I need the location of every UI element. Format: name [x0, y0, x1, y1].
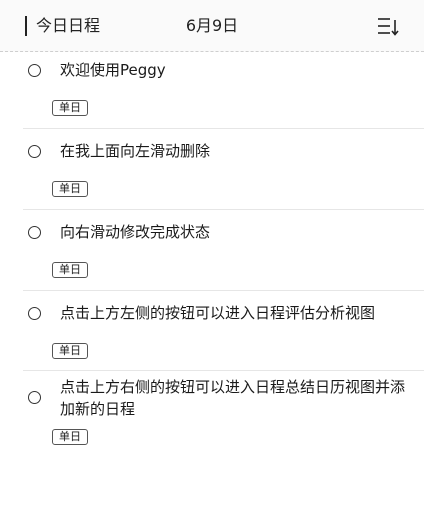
current-date: 6月9日: [185, 16, 239, 35]
schedule-item[interactable]: 欢迎使用Peggy 单日: [23, 52, 424, 129]
sort-list-icon[interactable]: [377, 16, 401, 38]
complete-radio[interactable]: [28, 145, 41, 158]
schedule-item[interactable]: 在我上面向左滑动删除 单日: [23, 129, 424, 210]
schedule-item-text: 点击上方右侧的按钮可以进入日程总结日历视图并添加新的日程: [60, 378, 406, 418]
schedule-type-badge: 单日: [52, 262, 88, 278]
schedule-item-text: 欢迎使用Peggy: [60, 61, 166, 79]
top-bar: 今日日程 6月9日: [0, 0, 424, 52]
complete-radio[interactable]: [28, 391, 41, 404]
schedule-item-text: 在我上面向左滑动删除: [60, 142, 211, 160]
schedule-type-badge: 单日: [52, 100, 88, 116]
schedule-type-badge: 单日: [52, 343, 88, 359]
schedule-item[interactable]: 向右滑动修改完成状态 单日: [23, 210, 424, 291]
complete-radio[interactable]: [28, 226, 41, 239]
schedule-type-badge: 单日: [52, 429, 88, 445]
schedule-item-text: 向右滑动修改完成状态: [60, 223, 211, 241]
complete-radio[interactable]: [28, 307, 41, 320]
schedule-item-text: 点击上方左侧的按钮可以进入日程评估分析视图: [60, 304, 376, 322]
schedule-item[interactable]: 点击上方左侧的按钮可以进入日程评估分析视图 单日: [23, 291, 424, 371]
complete-radio[interactable]: [28, 64, 41, 77]
schedule-item[interactable]: 点击上方右侧的按钮可以进入日程总结日历视图并添加新的日程 单日: [23, 371, 424, 454]
schedule-type-badge: 单日: [52, 181, 88, 197]
